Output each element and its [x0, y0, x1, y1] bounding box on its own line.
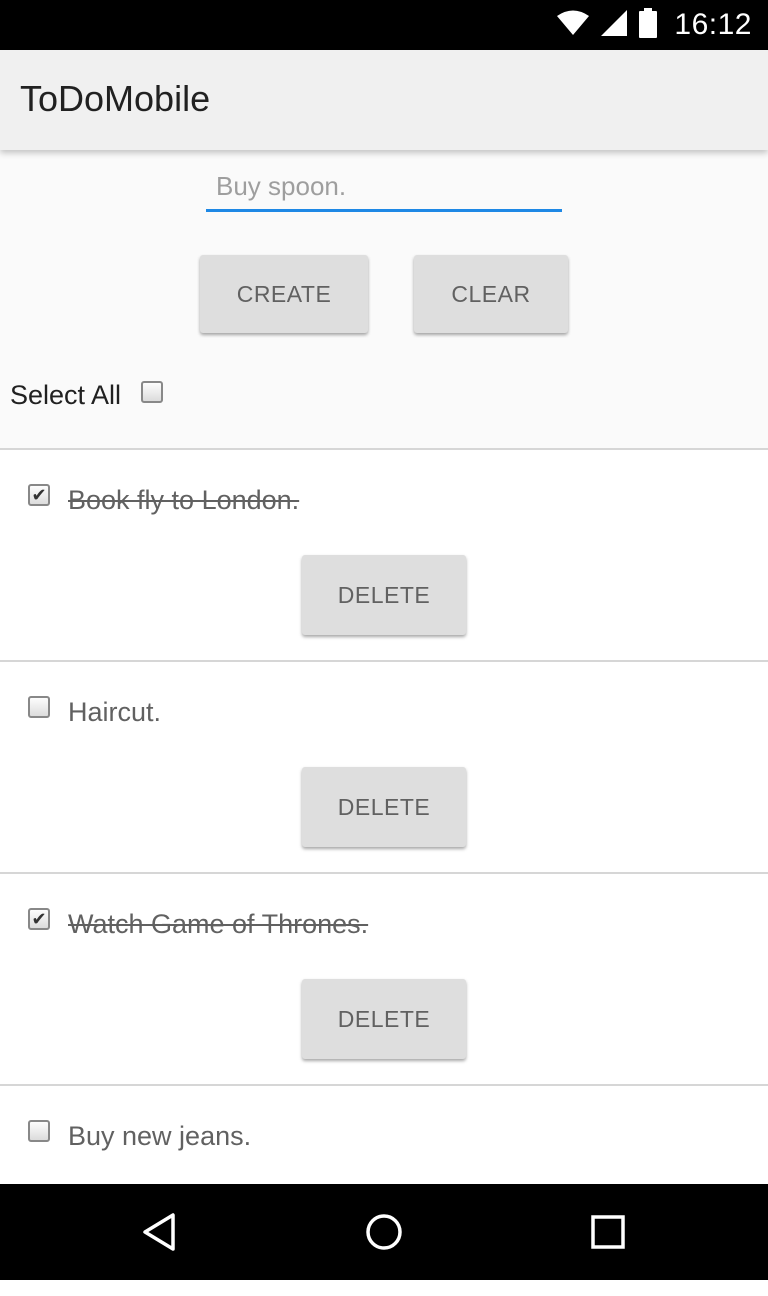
app-bar: ToDoMobile	[0, 50, 768, 150]
select-all-checkbox[interactable]	[141, 381, 163, 403]
todo-text: Book fly to London.	[68, 485, 300, 515]
todo-list: ✔ Book fly to London. DELETE Haircut. DE…	[0, 448, 768, 1296]
todo-checkbox[interactable]	[28, 696, 50, 718]
new-todo-input[interactable]	[206, 170, 562, 212]
list-item: ✔ Book fly to London. DELETE	[0, 448, 768, 660]
delete-button[interactable]: DELETE	[302, 767, 466, 847]
delete-button[interactable]: DELETE	[302, 555, 466, 635]
select-all-label: Select All	[10, 380, 122, 410]
battery-icon	[638, 7, 658, 43]
delete-button[interactable]: DELETE	[302, 979, 466, 1059]
home-icon[interactable]	[336, 1184, 432, 1280]
todo-text: Haircut.	[68, 697, 162, 727]
signal-icon	[600, 9, 628, 42]
app-title: ToDoMobile	[20, 78, 211, 119]
todo-checkbox[interactable]: ✔	[28, 908, 50, 930]
status-bar: 16:12	[0, 0, 768, 50]
todo-text: Buy new jeans.	[68, 1121, 252, 1151]
recent-apps-icon[interactable]	[560, 1184, 656, 1280]
clear-button[interactable]: CLEAR	[414, 255, 568, 333]
status-time: 16:12	[674, 8, 752, 41]
wifi-icon	[556, 10, 590, 41]
list-item: ✔ Watch Game of Thrones. DELETE	[0, 872, 768, 1084]
back-icon[interactable]	[112, 1184, 208, 1280]
todo-checkbox[interactable]	[28, 1120, 50, 1142]
status-icons: 16:12	[556, 0, 752, 50]
todo-text: Watch Game of Thrones.	[68, 909, 369, 939]
list-item: Haircut. DELETE	[0, 660, 768, 872]
create-button[interactable]: CREATE	[200, 255, 368, 333]
todo-checkbox[interactable]: ✔	[28, 484, 50, 506]
navigation-bar	[0, 1184, 768, 1280]
